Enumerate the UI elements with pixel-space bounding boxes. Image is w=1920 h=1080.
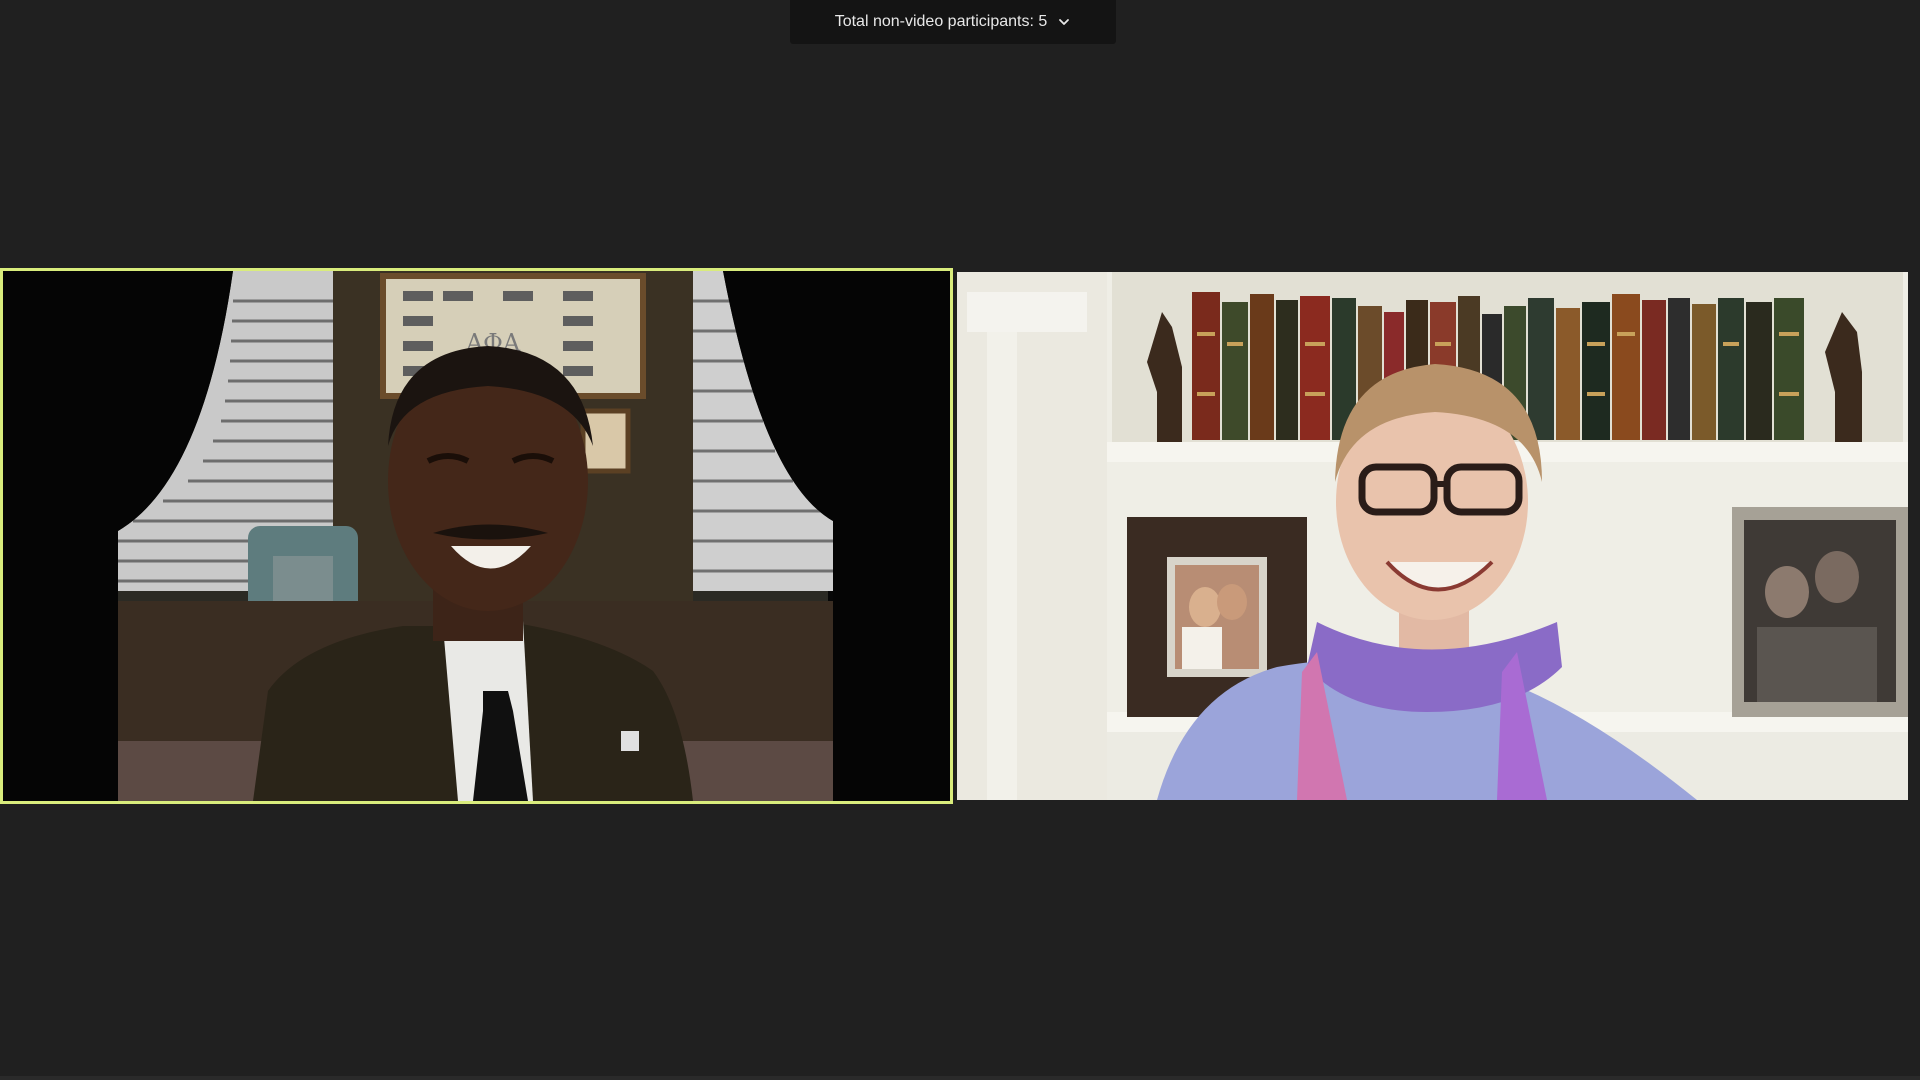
participant-video-frame	[957, 272, 1908, 800]
chevron-down-icon	[1057, 15, 1071, 29]
bottom-edge	[0, 1076, 1920, 1080]
participant-video-tile-right[interactable]	[957, 272, 1908, 800]
non-video-participants-dropdown[interactable]: Total non-video participants: 5	[790, 0, 1116, 44]
participant-video-frame: ΑΦΑ	[3, 271, 950, 801]
participants-count-label: Total non-video participants: 5	[834, 13, 1048, 30]
participant-video-tile-left[interactable]: ΑΦΑ	[0, 268, 953, 804]
video-meeting-gallery-view: Total non-video participants: 5 ΑΦΑ	[0, 0, 1920, 1080]
